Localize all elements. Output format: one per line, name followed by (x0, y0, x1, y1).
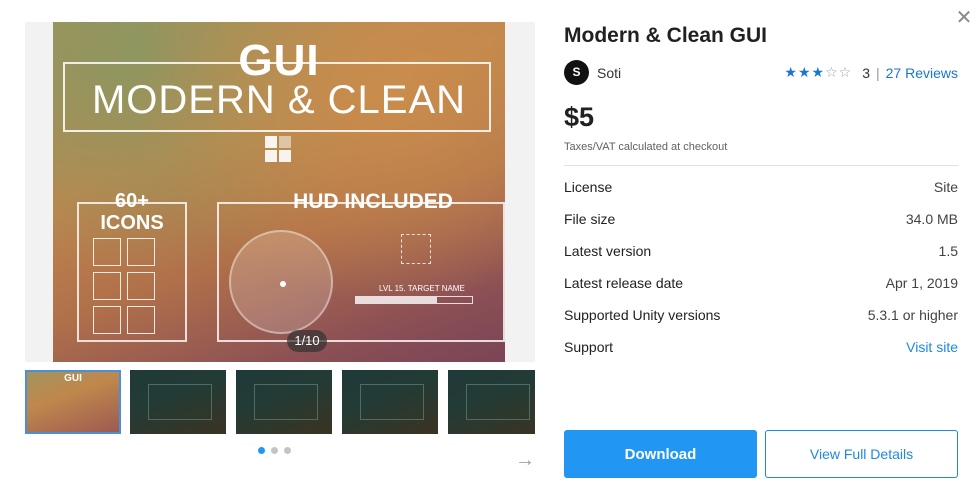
product-title: Modern & Clean GUI (564, 24, 768, 47)
thumbnail-label: GUI (64, 373, 82, 384)
detail-row-file-size: File size 34.0 MB (564, 208, 958, 240)
hero-hud-title: HUD INCLUDED (293, 190, 453, 213)
price: $5 (564, 102, 595, 132)
download-button[interactable]: Download (564, 430, 757, 478)
detail-key: Latest release date (564, 275, 684, 291)
detail-value: Apr 1, 2019 (885, 275, 958, 291)
thumbnail-4[interactable] (342, 370, 438, 434)
thumbnail-1[interactable]: GUI (25, 370, 121, 434)
detail-row-license: License Site (564, 176, 958, 208)
reviews-link[interactable]: 27 Reviews (886, 65, 958, 81)
view-full-details-button[interactable]: View Full Details (765, 430, 958, 478)
detail-key: Support (564, 339, 614, 355)
detail-value: 5.3.1 or higher (867, 307, 958, 323)
close-button[interactable]: ✕ (954, 8, 974, 28)
thumbnail-5[interactable] (448, 370, 535, 434)
detail-key: Latest version (564, 243, 652, 259)
publisher-avatar[interactable]: S (564, 60, 589, 85)
carousel-dots (258, 447, 291, 454)
divider (564, 165, 958, 166)
rating: ★★★☆☆ 3 | 27 Reviews (784, 64, 958, 81)
thumbnail-strip: GUI (25, 370, 535, 434)
details-table: License Site File size 34.0 MB Latest ve… (564, 176, 958, 368)
rating-count: 3 (862, 64, 870, 81)
hero-icons-grid (93, 238, 155, 334)
thumbnail-2[interactable] (130, 370, 226, 434)
next-arrow-icon[interactable]: → (515, 450, 535, 470)
carousel-dot-3[interactable] (284, 447, 291, 454)
detail-value: Site (933, 179, 958, 195)
detail-key: Supported Unity versions (564, 307, 721, 323)
gallery-main: GUI MODERN & CLEAN 60+ ICONS HUD INCLUDE… (25, 22, 535, 362)
detail-row-latest-version: Latest version 1.5 (564, 240, 958, 272)
tax-note: Taxes/VAT calculated at checkout (564, 141, 728, 153)
hero-subtitle: MODERN & CLEAN (91, 78, 467, 122)
star-rating-icon: ★★★☆☆ (784, 64, 853, 80)
detail-key: License (564, 179, 613, 195)
publisher-name[interactable]: Soti (597, 65, 621, 81)
detail-row-support: Support Visit site (564, 336, 958, 368)
detail-key: File size (564, 211, 616, 227)
thumbnail-3[interactable] (236, 370, 332, 434)
detail-row-release-date: Latest release date Apr 1, 2019 (564, 272, 958, 304)
hero-compass-icon (229, 230, 333, 334)
visit-site-link[interactable]: Visit site (906, 336, 958, 368)
crosshair-icon (401, 234, 431, 264)
detail-row-unity-versions: Supported Unity versions 5.3.1 or higher (564, 304, 958, 336)
hero-level-label: LVL 15. TARGET NAME (379, 284, 465, 293)
hero-progress-bar (355, 296, 473, 304)
hero-logo-icon (265, 136, 291, 162)
rating-separator: | (875, 64, 880, 81)
detail-value: 1.5 (938, 243, 958, 259)
hero-icons-title: 60+ ICONS (100, 190, 164, 234)
carousel-dot-1[interactable] (258, 447, 265, 454)
hero-image[interactable]: GUI MODERN & CLEAN 60+ ICONS HUD INCLUDE… (53, 22, 505, 362)
carousel-dot-2[interactable] (271, 447, 278, 454)
detail-value: 34.0 MB (905, 211, 958, 227)
image-counter: 1/10 (287, 330, 327, 352)
